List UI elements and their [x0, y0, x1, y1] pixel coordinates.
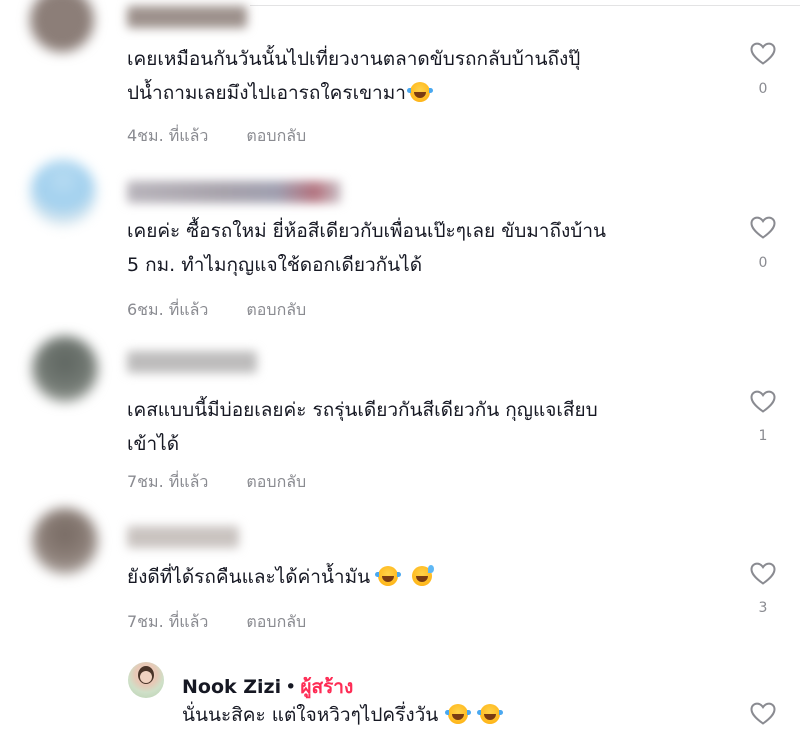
comment-text: เคยค่ะ ซื้อรถใหม่ ยี่ห้อสีเดียวกับเพื่อน…	[127, 220, 606, 276]
separator-dot: •	[285, 676, 297, 698]
comment-text: เคสแบบนี้มีบ่อยเลยค่ะ รถรุ่นเดียวกันสีเด…	[127, 399, 598, 455]
avatar[interactable]	[128, 662, 164, 698]
username-blurred[interactable]	[127, 6, 247, 28]
comment-text: ยังดีที่ได้รถคืนและได้ค่าน้ำมัน	[127, 560, 727, 594]
face-with-tears-of-joy-icon	[375, 566, 402, 586]
reply-button[interactable]: ตอบกลับ	[246, 612, 306, 631]
reply-text: นั่นนะสิคะ แต่ใจหวิวๆไปครึ่งวัน	[182, 698, 504, 732]
timestamp: 7ชม. ที่แล้ว	[127, 472, 209, 491]
heart-icon[interactable]	[750, 42, 776, 66]
comment-meta: 6ชม. ที่แล้ว ตอบกลับ	[127, 298, 306, 323]
timestamp: 4ชม. ที่แล้ว	[127, 126, 209, 145]
comment-meta: 7ชม. ที่แล้ว ตอบกลับ	[127, 610, 306, 635]
avatar[interactable]	[30, 160, 96, 226]
author-name[interactable]: Nook Zizi	[182, 676, 281, 698]
reply-button[interactable]: ตอบกลับ	[246, 472, 306, 491]
face-with-tears-of-joy-icon	[445, 704, 472, 724]
creator-badge: ผู้สร้าง	[300, 676, 354, 698]
face-with-tears-of-joy-icon	[477, 704, 504, 724]
heart-icon[interactable]	[750, 702, 776, 726]
timestamp: 6ชม. ที่แล้ว	[127, 300, 209, 319]
avatar[interactable]	[30, 0, 94, 52]
like-count: 0	[758, 81, 768, 97]
username-blurred[interactable]	[127, 351, 257, 373]
reply-button[interactable]: ตอบกลับ	[246, 300, 306, 319]
timestamp: 7ชม. ที่แล้ว	[127, 612, 209, 631]
comment-text: เคยเหมือนกันวันนั้นไปเที่ยวงานตลาดขับรถก…	[127, 48, 581, 104]
smiling-face-with-sweat-icon	[412, 565, 435, 586]
face-with-tears-of-joy-icon	[406, 82, 433, 102]
avatar[interactable]	[32, 508, 98, 574]
heart-icon[interactable]	[750, 562, 776, 586]
comment-meta: 7ชม. ที่แล้ว ตอบกลับ	[127, 470, 306, 495]
heart-icon[interactable]	[750, 390, 776, 414]
avatar[interactable]	[32, 336, 98, 402]
comment-meta: 4ชม. ที่แล้ว ตอบกลับ	[127, 124, 306, 149]
heart-icon[interactable]	[750, 216, 776, 240]
like-count: 1	[758, 428, 768, 444]
username-blurred[interactable]	[127, 526, 239, 548]
like-count: 3	[758, 600, 768, 616]
divider	[250, 5, 800, 6]
username-blurred[interactable]	[127, 181, 341, 203]
reply-button[interactable]: ตอบกลับ	[246, 126, 306, 145]
like-count: 0	[758, 255, 768, 271]
